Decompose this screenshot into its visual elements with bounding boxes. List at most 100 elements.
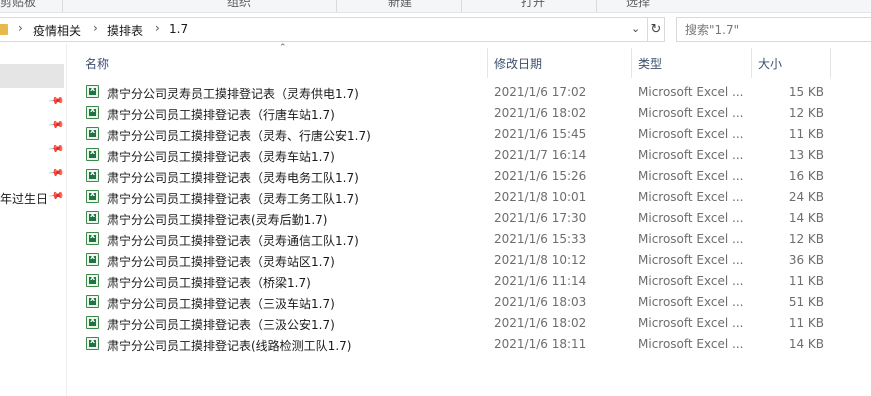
- excel-file-icon: [86, 105, 99, 119]
- file-size: 24 KB: [788, 190, 824, 204]
- file-size: 11 KB: [788, 127, 824, 141]
- address-bar[interactable]: › 疫情相关 › 摸排表 › 1.7 ⌄: [0, 17, 648, 42]
- file-date: 2021/1/6 15:26: [494, 169, 587, 183]
- excel-file-icon: [86, 189, 99, 203]
- file-row[interactable]: 肃宁分公司员工摸排登记表(灵寿后勤1.7) 2021/1/6 17:30 Mic…: [80, 208, 830, 229]
- column-divider[interactable]: [830, 48, 831, 78]
- sort-ascending-icon: ⌃: [279, 43, 287, 53]
- column-divider[interactable]: [631, 48, 632, 78]
- file-size: 36 KB: [788, 253, 824, 267]
- file-row[interactable]: 肃宁分公司员工摸排登记表（灵寿工务工队1.7) 2021/1/8 10:01 M…: [80, 187, 830, 208]
- file-type: Microsoft Excel ...: [638, 316, 744, 330]
- file-row[interactable]: 肃宁分公司员工摸排登记表（灵寿车站1.7) 2021/1/7 16:14 Mic…: [80, 145, 830, 166]
- file-name: 肃宁分公司员工摸排登记表(灵寿后勤1.7): [107, 213, 328, 227]
- file-date: 2021/1/7 16:14: [494, 148, 587, 162]
- file-date: 2021/1/6 17:02: [494, 85, 587, 99]
- ribbon-divider: [596, 0, 597, 12]
- file-type: Microsoft Excel ...: [638, 85, 744, 99]
- refresh-icon[interactable]: ↻: [648, 17, 665, 42]
- excel-file-icon: [86, 168, 99, 182]
- excel-file-icon: [86, 126, 99, 140]
- ribbon-divider: [62, 0, 63, 12]
- file-type: Microsoft Excel ...: [638, 148, 744, 162]
- breadcrumb-item-疫情相关[interactable]: 疫情相关: [33, 22, 81, 39]
- ribbon-group-new: 新建: [388, 0, 413, 9]
- file-row[interactable]: 肃宁分公司灵寿员工摸排登记表（灵寿供电1.7) 2021/1/6 17:02 M…: [80, 82, 830, 103]
- file-name: 肃宁分公司员工摸排登记表（灵寿电务工队1.7): [107, 171, 359, 185]
- column-divider[interactable]: [487, 48, 488, 78]
- file-row[interactable]: 肃宁分公司员工摸排登记表（三汲车站1.7) 2021/1/6 18:03 Mic…: [80, 292, 830, 313]
- file-name: 肃宁分公司员工摸排登记表(线路检测工队1.7): [107, 339, 352, 353]
- breadcrumb-item-摸排表[interactable]: 摸排表: [107, 22, 143, 39]
- nav-item-selected[interactable]: [0, 64, 64, 88]
- file-row[interactable]: 肃宁分公司员工摸排登记表（灵寿通信工队1.7) 2021/1/6 15:33 M…: [80, 229, 830, 250]
- search-box[interactable]: [676, 17, 871, 42]
- file-type: Microsoft Excel ...: [638, 211, 744, 225]
- breadcrumb-separator[interactable]: ›: [93, 21, 98, 35]
- column-header-type[interactable]: 类型: [638, 55, 662, 72]
- file-size: 11 KB: [788, 274, 824, 288]
- excel-file-icon: [86, 252, 99, 266]
- ribbon-divider: [461, 0, 462, 12]
- column-header-name[interactable]: 名称: [85, 55, 109, 72]
- excel-file-icon: [86, 147, 99, 161]
- column-divider[interactable]: [751, 48, 752, 78]
- file-type: Microsoft Excel ...: [638, 169, 744, 183]
- ribbon-group-open: 打开: [521, 0, 546, 9]
- excel-file-icon: [86, 315, 99, 329]
- ribbon-group-clipboard: 剪贴板: [0, 0, 37, 9]
- file-row[interactable]: 肃宁分公司员工摸排登记表（桥梁1.7) 2021/1/6 11:14 Micro…: [80, 271, 830, 292]
- excel-file-icon: [86, 84, 99, 98]
- file-size: 14 KB: [788, 211, 824, 225]
- file-row[interactable]: 肃宁分公司员工摸排登记表（灵寿电务工队1.7) 2021/1/6 15:26 M…: [80, 166, 830, 187]
- file-name: 肃宁分公司员工摸排登记表（三汲车站1.7): [107, 297, 335, 311]
- breadcrumb-separator[interactable]: ›: [155, 21, 160, 35]
- file-row[interactable]: 肃宁分公司员工摸排登记表（灵寿站区1.7) 2021/1/8 10:12 Mic…: [80, 250, 830, 271]
- nav-item-label[interactable]: 年过生日: [0, 190, 48, 207]
- pin-icon[interactable]: 📌: [48, 141, 65, 157]
- file-type: Microsoft Excel ...: [638, 253, 744, 267]
- file-row[interactable]: 肃宁分公司员工摸排登记表（三汲公安1.7) 2021/1/6 18:02 Mic…: [80, 313, 830, 334]
- file-size: 16 KB: [788, 169, 824, 183]
- ribbon-group-select: 选择: [626, 0, 651, 9]
- file-type: Microsoft Excel ...: [638, 127, 744, 141]
- file-row[interactable]: 肃宁分公司员工摸排登记表（灵寿、行唐公安1.7) 2021/1/6 15:45 …: [80, 124, 830, 145]
- file-date: 2021/1/8 10:12: [494, 253, 587, 267]
- pin-icon[interactable]: 📌: [48, 188, 65, 204]
- search-input[interactable]: [677, 18, 871, 41]
- file-date: 2021/1/6 18:02: [494, 316, 587, 330]
- file-date: 2021/1/6 11:14: [494, 274, 587, 288]
- file-row[interactable]: 肃宁分公司员工摸排登记表(线路检测工队1.7) 2021/1/6 18:11 M…: [80, 334, 830, 355]
- file-size: 11 KB: [788, 316, 824, 330]
- file-date: 2021/1/6 18:11: [494, 337, 587, 351]
- excel-file-icon: [86, 273, 99, 287]
- chevron-down-icon[interactable]: ⌄: [631, 22, 640, 35]
- file-type: Microsoft Excel ...: [638, 337, 744, 351]
- file-type: Microsoft Excel ...: [638, 106, 744, 120]
- pin-icon[interactable]: 📌: [48, 117, 65, 133]
- file-size: 13 KB: [788, 148, 824, 162]
- ribbon-divider: [336, 0, 337, 12]
- pin-icon[interactable]: 📌: [48, 93, 65, 109]
- file-row[interactable]: 肃宁分公司员工摸排登记表（行唐车站1.7) 2021/1/6 18:02 Mic…: [80, 103, 830, 124]
- file-name: 肃宁分公司员工摸排登记表（桥梁1.7): [107, 276, 311, 290]
- file-type: Microsoft Excel ...: [638, 232, 744, 246]
- file-type: Microsoft Excel ...: [638, 295, 744, 309]
- file-type: Microsoft Excel ...: [638, 274, 744, 288]
- pin-icon[interactable]: 📌: [48, 165, 65, 181]
- file-name: 肃宁分公司灵寿员工摸排登记表（灵寿供电1.7): [107, 87, 359, 101]
- file-date: 2021/1/6 15:45: [494, 127, 587, 141]
- excel-file-icon: [86, 210, 99, 224]
- breadcrumb-separator[interactable]: ›: [18, 21, 23, 35]
- column-header-date[interactable]: 修改日期: [494, 55, 542, 72]
- file-name: 肃宁分公司员工摸排登记表（三汲公安1.7): [107, 318, 335, 332]
- breadcrumb-item-current[interactable]: 1.7: [169, 22, 188, 36]
- column-header-size[interactable]: 大小: [758, 55, 782, 72]
- file-name: 肃宁分公司员工摸排登记表（灵寿、行唐公安1.7): [107, 129, 371, 143]
- folder-icon: [0, 24, 8, 35]
- navigation-pane: 📌 📌 📌 📌 📌 年过生日: [0, 44, 67, 396]
- file-date: 2021/1/6 17:30: [494, 211, 587, 225]
- file-name: 肃宁分公司员工摸排登记表（灵寿车站1.7): [107, 150, 335, 164]
- file-name: 肃宁分公司员工摸排登记表（行唐车站1.7): [107, 108, 335, 122]
- file-name: 肃宁分公司员工摸排登记表（灵寿通信工队1.7): [107, 234, 359, 248]
